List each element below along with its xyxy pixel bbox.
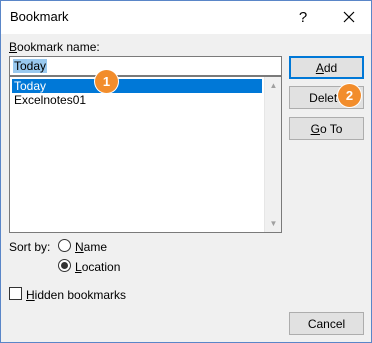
hidden-bookmarks-label[interactable]: Hidden bookmarks — [26, 288, 126, 302]
list-scrollbar[interactable]: ▲ ▼ — [264, 77, 281, 232]
close-icon — [343, 11, 355, 23]
bookmark-dialog: Bookmark ? Bookmark name: Today Today Ex… — [0, 0, 372, 343]
bookmark-name-value: Today — [13, 59, 48, 73]
scroll-down-arrow-icon[interactable]: ▼ — [265, 215, 282, 232]
sort-name-label[interactable]: Name — [75, 240, 107, 254]
hidden-bookmarks-checkbox[interactable] — [9, 287, 22, 300]
sort-by-label: Sort by: — [9, 240, 51, 254]
title-bar: Bookmark ? — [1, 1, 371, 34]
add-button[interactable]: Add — [289, 56, 364, 79]
bookmark-name-input[interactable]: Today — [9, 56, 282, 76]
close-button[interactable] — [335, 4, 363, 30]
callout-badge-2: 2 — [338, 84, 361, 107]
help-button[interactable]: ? — [289, 4, 317, 30]
sort-name-radio[interactable] — [58, 239, 71, 252]
list-item[interactable]: Today — [12, 79, 262, 93]
scroll-up-arrow-icon[interactable]: ▲ — [265, 77, 282, 94]
bookmark-name-label: Bookmark name: — [9, 40, 100, 54]
sort-location-radio[interactable] — [58, 259, 71, 272]
bookmark-list[interactable]: Today Excelnotes01 ▲ ▼ — [9, 76, 282, 233]
list-item[interactable]: Excelnotes01 — [12, 93, 262, 107]
callout-badge-1: 1 — [95, 70, 118, 93]
dialog-title: Bookmark — [10, 9, 69, 24]
go-to-button[interactable]: Go To — [289, 117, 364, 140]
sort-location-label[interactable]: Location — [75, 260, 120, 274]
cancel-button[interactable]: Cancel — [289, 312, 364, 335]
